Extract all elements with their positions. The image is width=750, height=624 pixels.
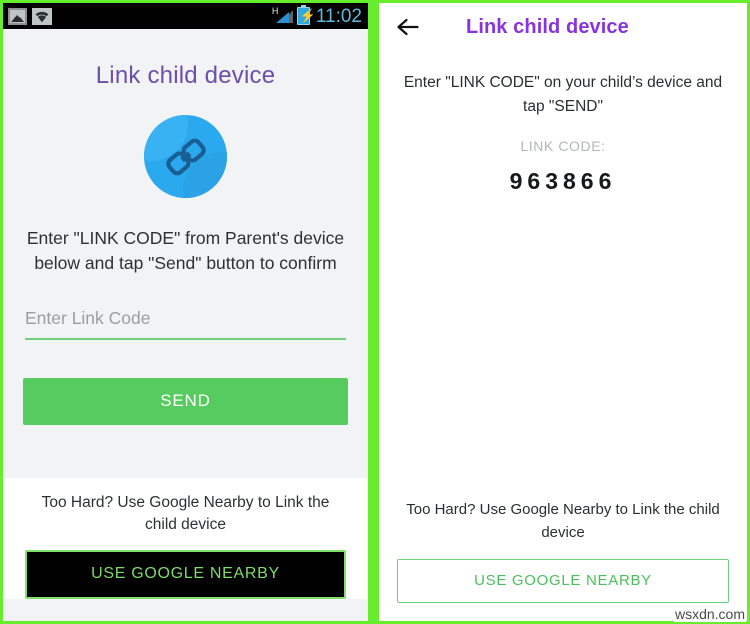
status-bar-right-icons: H ⚡ 11:02 [272, 5, 362, 27]
left-description: Enter "LINK CODE" from Parent's device b… [26, 228, 345, 273]
use-google-nearby-button[interactable]: USE GOOGLE NEARBY [25, 550, 346, 599]
left-content-area: Link child device Enter "LINK CODE" from… [3, 29, 368, 621]
chain-link-icon [144, 115, 227, 198]
right-page-title: Link child device [466, 15, 629, 38]
right-phone-screen: Link child device Enter "LINK CODE" on y… [379, 0, 750, 624]
battery-bolt-glyph: ⚡ [299, 8, 317, 23]
signal-icon: H [272, 7, 294, 24]
link-code-value: 963866 [509, 168, 617, 194]
battery-charging-icon: ⚡ [296, 5, 316, 25]
left-nearby-section: Too Hard? Use Google Nearby to Link the … [3, 478, 368, 599]
link-code-input[interactable] [25, 304, 346, 340]
link-code-input-wrapper [25, 304, 346, 340]
panel-divider [371, 0, 379, 624]
signal-bars-active [275, 12, 289, 23]
right-filler [379, 195, 747, 498]
status-bar-clock: 11:02 [315, 5, 362, 27]
use-google-nearby-button[interactable]: USE GOOGLE NEARBY [397, 559, 729, 603]
screenshot-root: H ⚡ 11:02 Link child device Enter "LINK … [0, 0, 750, 624]
send-button-wrapper: SEND [23, 378, 348, 425]
wifi-icon [32, 7, 52, 25]
left-bottom-bar [3, 599, 368, 621]
left-nearby-note: Too Hard? Use Google Nearby to Link the … [41, 494, 330, 533]
link-code-label: LINK CODE: [520, 138, 606, 154]
send-button[interactable]: SEND [23, 378, 348, 425]
left-page-title: Link child device [95, 62, 276, 89]
right-app-bar: Link child device [379, 3, 747, 51]
status-bar: H ⚡ 11:02 [3, 3, 368, 29]
watermark: wsxdn.com [673, 606, 746, 622]
right-description: Enter "LINK CODE" on your child’s device… [403, 74, 723, 115]
right-nearby-note: Too Hard? Use Google Nearby to Link the … [406, 501, 720, 541]
photo-icon [8, 7, 27, 25]
hero-icon-wrapper [3, 115, 368, 198]
left-phone-screen: H ⚡ 11:02 Link child device Enter "LINK … [0, 0, 371, 624]
arrow-left-icon[interactable] [393, 12, 423, 42]
left-filler [3, 425, 368, 478]
status-bar-left-icons [8, 7, 52, 25]
